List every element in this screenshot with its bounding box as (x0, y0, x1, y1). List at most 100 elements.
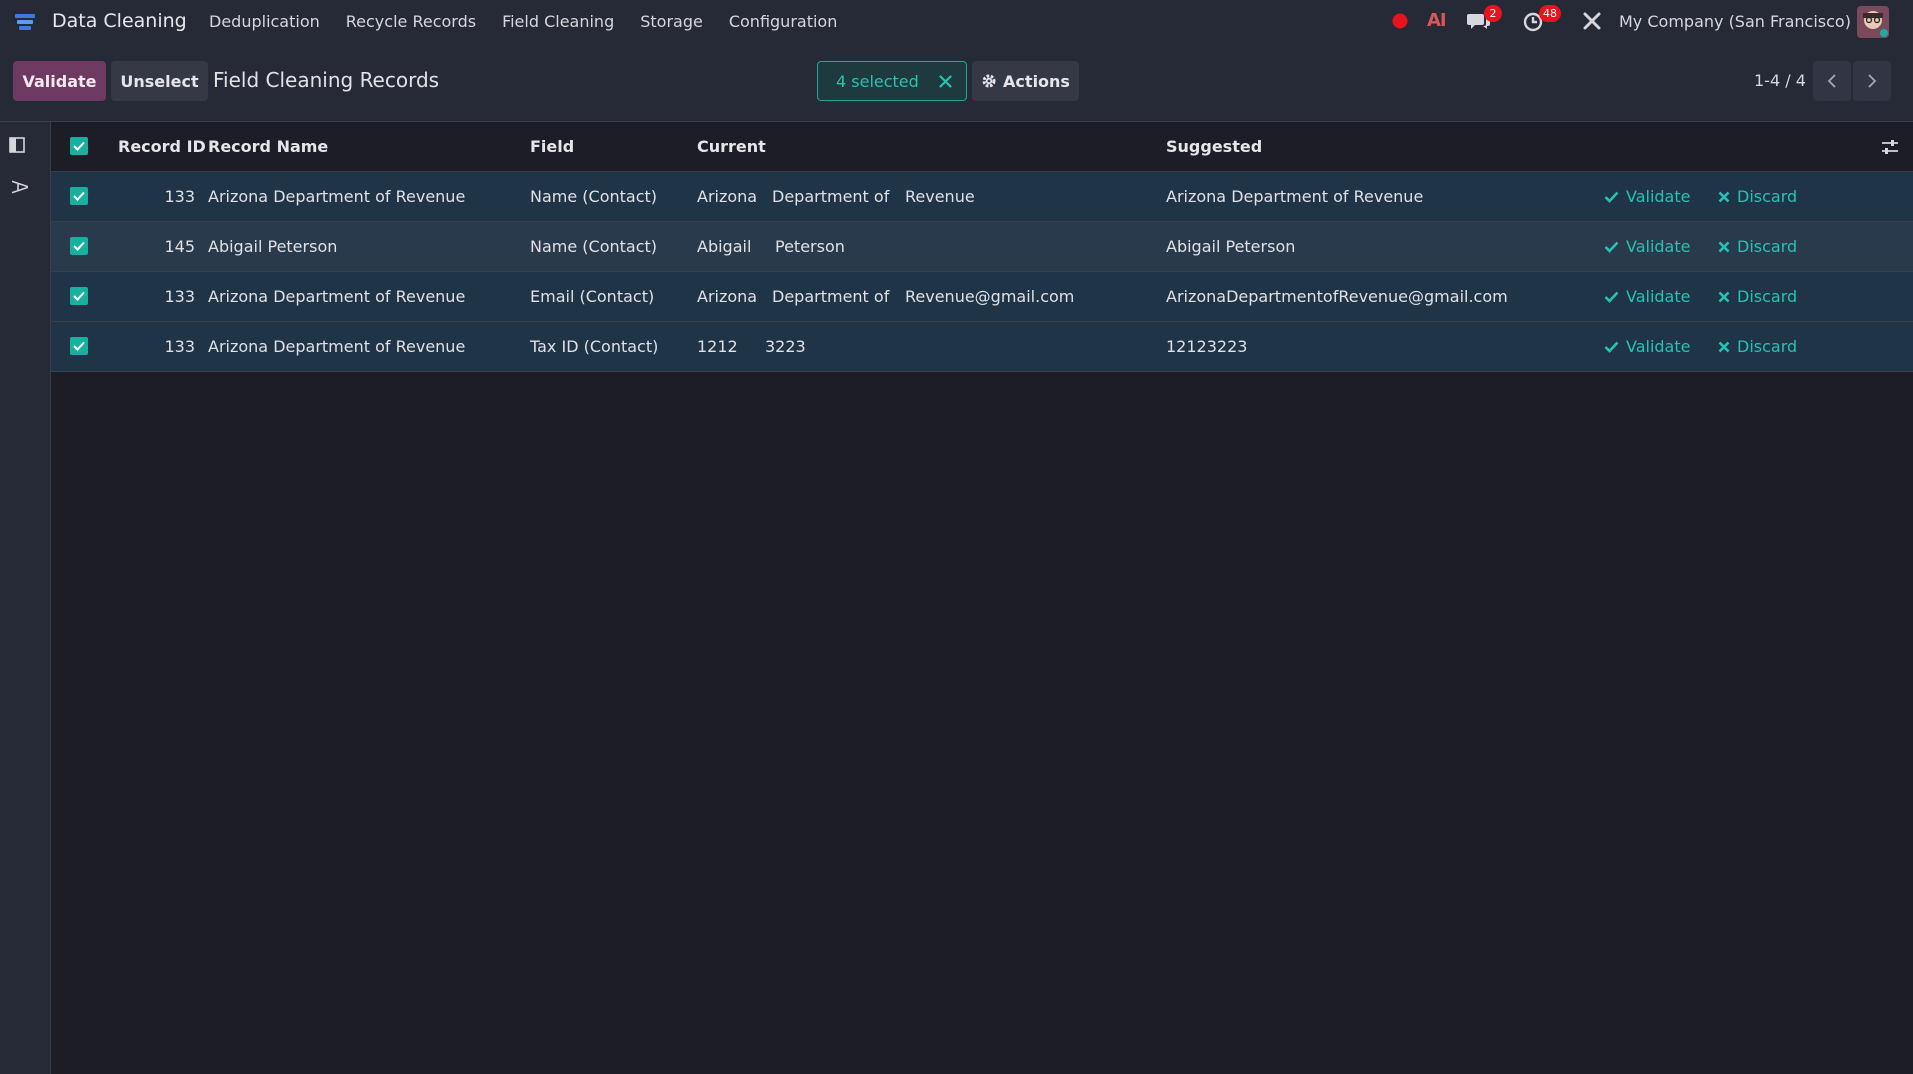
cell-record-name: Arizona Department of Revenue (208, 337, 466, 356)
menu-configuration[interactable]: Configuration (729, 12, 838, 31)
cell-field: Tax ID (Contact) (530, 337, 659, 356)
row-validate-button[interactable]: Validate (1604, 287, 1690, 306)
column-settings-icon[interactable] (1881, 139, 1899, 155)
header-field[interactable]: Field (530, 137, 574, 156)
user-avatar[interactable] (1857, 6, 1889, 38)
activities-button[interactable]: 48 (1523, 5, 1567, 36)
side-rail (0, 122, 51, 1074)
sort-text-icon[interactable] (12, 176, 28, 198)
row-discard-button[interactable]: Discard (1718, 187, 1797, 206)
unselect-button[interactable]: Unselect (111, 61, 208, 101)
row-validate-label: Validate (1626, 237, 1691, 256)
row-validate-button[interactable]: Validate (1604, 237, 1690, 256)
check-icon (1604, 241, 1619, 253)
cell-record-name: Arizona Department of Revenue (208, 187, 466, 206)
chevron-right-icon (1868, 74, 1877, 88)
close-icon (1718, 191, 1730, 202)
clear-selection-icon[interactable] (939, 74, 952, 88)
row-validate-label: Validate (1626, 187, 1691, 206)
app-name[interactable]: Data Cleaning (52, 10, 187, 32)
row-discard-button[interactable]: Discard (1718, 237, 1797, 256)
menu-storage[interactable]: Storage (640, 12, 703, 31)
cell-current-part: 3223 (765, 337, 806, 356)
cell-current-part: Revenue (905, 187, 975, 206)
control-panel: Validate Unselect Field Cleaning Records… (0, 44, 1913, 122)
row-validate-label: Validate (1626, 287, 1691, 306)
check-icon (1604, 291, 1619, 303)
menu-recycle-records[interactable]: Recycle Records (346, 12, 476, 31)
messages-button[interactable]: 2 (1467, 5, 1507, 36)
check-icon (73, 141, 85, 151)
pager-previous-button[interactable] (1813, 61, 1851, 101)
gear-icon (982, 74, 996, 88)
pager-next-button[interactable] (1853, 61, 1891, 101)
row-discard-label: Discard (1737, 187, 1798, 206)
row-discard-label: Discard (1737, 337, 1798, 356)
ai-icon[interactable]: AI (1427, 10, 1447, 31)
avatar-icon (1857, 6, 1889, 38)
page-title: Field Cleaning Records (213, 68, 440, 92)
cell-record-id: 133 (164, 287, 195, 306)
activities-badge: 48 (1539, 5, 1561, 22)
row-validate-button[interactable]: Validate (1604, 337, 1690, 356)
company-switcher[interactable]: My Company (San Francisco) (1619, 12, 1851, 31)
data-cleaning-app-icon[interactable] (14, 11, 36, 33)
cell-field: Name (Contact) (530, 187, 658, 206)
header-current[interactable]: Current (697, 137, 766, 156)
actions-button[interactable]: Actions (972, 61, 1079, 101)
cell-current-part: Peterson (775, 237, 845, 256)
check-icon (1604, 341, 1619, 353)
validate-button[interactable]: Validate (13, 61, 106, 101)
row-validate-button[interactable]: Validate (1604, 187, 1690, 206)
header-suggested[interactable]: Suggested (1166, 137, 1262, 156)
cell-suggested: Abigail Peterson (1166, 237, 1296, 256)
cell-record-id: 133 (164, 187, 195, 206)
table-row[interactable]: 145 Abigail Peterson Name (Contact) Abigail… (51, 222, 1913, 272)
cell-suggested: 12123223 (1166, 337, 1248, 356)
header-record-id[interactable]: Record ID (118, 137, 206, 156)
cell-current-part: Department of (772, 187, 890, 206)
cell-current-part: Department of (772, 287, 890, 306)
cell-current-part: Arizona (697, 187, 758, 206)
cell-current-part: Arizona (697, 287, 758, 306)
table-row[interactable]: 133 Arizona Department of Revenue Tax ID (… (51, 322, 1913, 372)
menu-field-cleaning[interactable]: Field Cleaning (502, 12, 614, 31)
pager-value[interactable]: 1-4 / 4 (1754, 71, 1806, 90)
cell-suggested: Arizona Department of Revenue (1166, 187, 1424, 206)
row-validate-label: Validate (1626, 337, 1691, 356)
records-table: Record ID Record Name Field Current Sugg… (51, 122, 1913, 372)
row-discard-button[interactable]: Discard (1718, 337, 1797, 356)
cell-record-id: 133 (164, 337, 195, 356)
cell-field: Email (Contact) (530, 287, 655, 306)
selection-indicator[interactable]: 4 selected (817, 61, 967, 101)
close-icon (1718, 241, 1730, 252)
cell-suggested: ArizonaDepartmentofRevenue@gmail.com (1166, 287, 1508, 306)
selected-count: 4 selected (836, 71, 919, 91)
row-discard-button[interactable]: Discard (1718, 287, 1797, 306)
cell-record-id: 145 (164, 237, 195, 256)
select-all-checkbox[interactable] (70, 137, 88, 155)
top-navbar: Data Cleaning Deduplication Recycle Reco… (0, 0, 1913, 44)
tools-icon[interactable] (1582, 11, 1602, 31)
record-dot-icon[interactable] (1392, 13, 1408, 29)
check-icon (1604, 191, 1619, 203)
cell-current-part: 1212 (697, 337, 738, 356)
cell-current-part: Revenue@gmail.com (905, 287, 1075, 306)
close-icon (1718, 341, 1730, 352)
cell-current-part: Abigail (697, 237, 752, 256)
main-menu: Deduplication Recycle Records Field Clea… (209, 12, 863, 31)
toggle-sidebar-icon[interactable] (9, 137, 25, 153)
cell-field: Name (Contact) (530, 237, 658, 256)
table-body: 133 Arizona Department of Revenue Name (Co… (51, 172, 1913, 372)
table-row[interactable]: 133 Arizona Department of Revenue Email (C… (51, 272, 1913, 322)
table-row[interactable]: 133 Arizona Department of Revenue Name (Co… (51, 172, 1913, 222)
close-icon (1718, 291, 1730, 302)
cell-record-name: Abigail Peterson (208, 237, 338, 256)
chevron-left-icon (1827, 74, 1836, 88)
messages-badge: 2 (1484, 5, 1502, 22)
menu-deduplication[interactable]: Deduplication (209, 12, 320, 31)
row-discard-label: Discard (1737, 237, 1798, 256)
header-record-name[interactable]: Record Name (208, 137, 328, 156)
row-discard-label: Discard (1737, 287, 1798, 306)
actions-label: Actions (1003, 71, 1070, 91)
